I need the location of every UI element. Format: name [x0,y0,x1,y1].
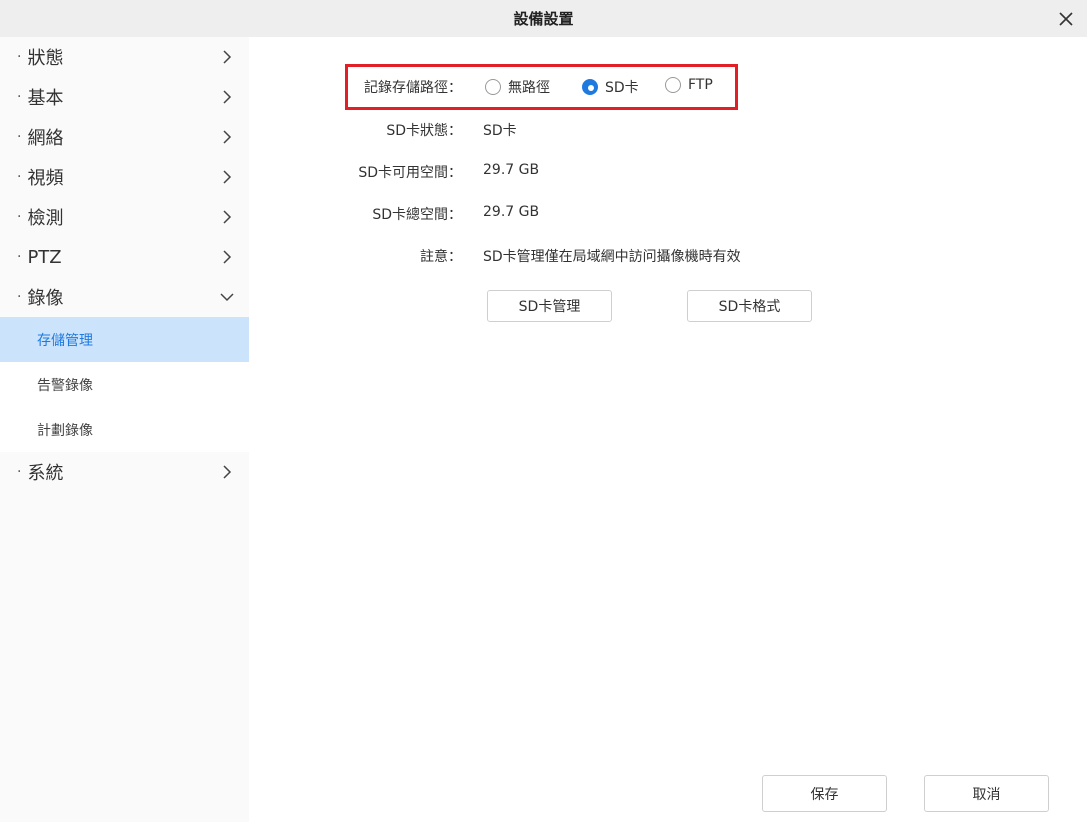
bullet: · [17,289,22,305]
window-title: 設備設置 [513,10,574,28]
sd-free-space-label: SD卡可用空間： [358,165,462,181]
sidebar-item-label: 視頻 [27,168,64,189]
radio-label: SD卡 [605,80,639,96]
note-value: SD卡管理僅在局域網中訪问攝像機時有效 [483,249,741,265]
recording-submenu: 存儲管理 告警錄像 計劃錄像 [0,317,249,452]
bullet: · [17,129,22,145]
radio-ftp[interactable]: FTP [665,77,713,93]
sidebar-item-label: 狀態 [27,48,64,69]
sidebar-subitem-storage-management[interactable]: 存儲管理 [0,317,249,362]
chevron-right-icon [223,210,232,224]
sidebar-item-label: 系統 [27,463,64,484]
bullet: · [17,49,22,65]
chevron-right-icon [223,90,232,104]
radio-circle [485,79,501,95]
radio-no-path[interactable]: 無路徑 [485,77,550,97]
radio-label: FTP [688,77,713,93]
sidebar-item-basic[interactable]: · 基本 [0,77,249,117]
bullet: · [17,249,22,265]
sidebar-subitem-alarm-recording[interactable]: 告警錄像 [0,362,249,407]
chevron-right-icon [223,170,232,184]
sidebar-item-label: 檢測 [27,208,64,229]
sd-free-space-value: 29.7 GB [483,162,540,178]
radio-circle [582,79,598,95]
chevron-down-icon [220,293,234,302]
sidebar-item-recording[interactable]: · 錄像 [0,277,249,317]
sidebar-subitem-schedule-recording[interactable]: 計劃錄像 [0,407,249,452]
sidebar-item-label: 錄像 [27,288,64,309]
sidebar-item-label: 基本 [27,88,64,109]
title-bar: 設備設置 [0,0,1087,37]
cancel-button[interactable]: 取消 [924,775,1049,812]
sidebar-item-network[interactable]: · 網絡 [0,117,249,157]
storage-path-label: 記錄存儲路徑： [364,80,462,96]
chevron-right-icon [223,250,232,264]
bullet: · [17,169,22,185]
sidebar-item-status[interactable]: · 狀態 [0,37,249,77]
sd-card-format-button[interactable]: SD卡格式 [687,290,812,322]
chevron-right-icon [223,130,232,144]
sd-status-label: SD卡狀態： [386,123,462,139]
sidebar-item-ptz[interactable]: · PTZ [0,237,249,277]
sidebar-item-label: 網絡 [27,128,64,149]
radio-label: 無路徑 [508,80,550,96]
sd-total-space-value: 29.7 GB [483,204,540,220]
sd-total-space-label: SD卡總空間： [372,207,462,223]
sidebar-item-system[interactable]: · 系統 [0,452,249,492]
sidebar-item-detection[interactable]: · 檢測 [0,197,249,237]
close-icon [1059,12,1073,26]
chevron-right-icon [223,465,232,479]
sidebar: · 狀態 · 基本 · 網絡 · 視頻 · 檢測 · PTZ · 錄像 存儲管理… [0,37,249,822]
sidebar-item-video[interactable]: · 視頻 [0,157,249,197]
sidebar-item-label: PTZ [27,246,62,268]
radio-circle [665,77,681,93]
save-button[interactable]: 保存 [762,775,887,812]
bullet: · [17,464,22,480]
sd-card-manage-button[interactable]: SD卡管理 [487,290,612,322]
bullet: · [17,209,22,225]
bullet: · [17,89,22,105]
radio-sd-card[interactable]: SD卡 [582,77,639,97]
close-button[interactable] [1053,6,1079,32]
chevron-right-icon [223,50,232,64]
note-label: 註意： [420,249,462,265]
sd-status-value: SD卡 [483,123,517,139]
